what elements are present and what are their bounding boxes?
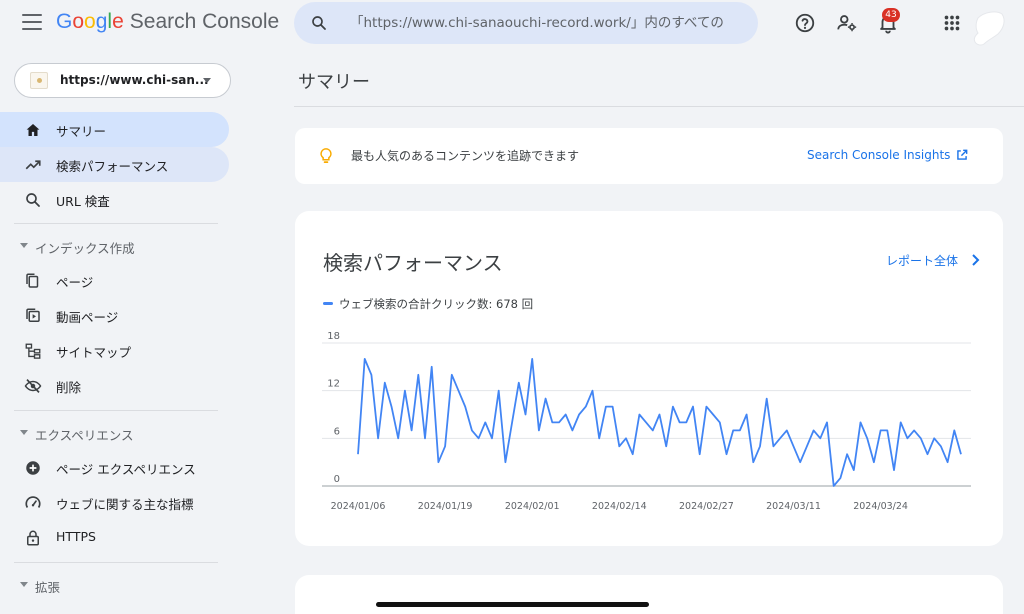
- sidebar-item-label: 検索パフォーマンス: [56, 159, 169, 174]
- search-console-logo[interactable]: Google Search Console: [56, 10, 279, 34]
- sidebar-item-core-web-vitals[interactable]: ウェブに関する主な指標: [0, 485, 229, 520]
- series-line-clicks: [357, 357, 962, 487]
- sidebar-item-page-experience[interactable]: ページ エクスペリエンス: [0, 450, 229, 485]
- y-tick-label: 6: [334, 426, 340, 437]
- home-indicator: [376, 602, 649, 607]
- chevron-down-icon: [20, 582, 28, 587]
- sidebar-item-sitemaps[interactable]: サイトマップ: [0, 333, 229, 368]
- x-tick-label: 2024/01/06: [331, 501, 386, 512]
- section-title: 拡張: [35, 580, 61, 595]
- notification-badge: 43: [882, 8, 900, 22]
- sidebar-item-label: URL 検査: [56, 194, 110, 209]
- x-tick-label: 2024/02/01: [505, 501, 560, 512]
- manage-users-icon[interactable]: [836, 12, 858, 34]
- add-circle-icon: [26, 461, 40, 475]
- chevron-down-icon: [20, 430, 28, 435]
- trending-icon: [25, 160, 41, 170]
- x-tick-label: 2024/01/19: [418, 501, 473, 512]
- clicks-line-chart: 0 6 12 18 2024/01/06 2024/01/19 2024/02/01 2024…: [322, 331, 971, 512]
- menu-icon[interactable]: [22, 14, 42, 30]
- sidebar-item-url-inspection[interactable]: URL 検査: [0, 182, 229, 217]
- chevron-down-icon: [20, 243, 28, 248]
- lock-icon: [27, 530, 39, 546]
- title-divider: [294, 106, 1024, 107]
- logo-letter: o: [72, 10, 85, 33]
- logo-letter: o: [84, 10, 96, 33]
- help-icon[interactable]: [794, 12, 816, 34]
- video-icon: [26, 308, 40, 322]
- home-icon: [26, 124, 40, 136]
- speed-icon: [25, 496, 41, 508]
- sidebar-divider: [14, 410, 218, 411]
- search-input[interactable]: [350, 10, 750, 36]
- sidebar-divider: [14, 223, 218, 224]
- sidebar-item-label: サマリー: [56, 124, 107, 139]
- sidebar-item-label: ページ: [56, 275, 94, 290]
- chevron-down-icon: [203, 78, 211, 83]
- sidebar-item-label: HTTPS: [56, 529, 96, 544]
- insights-card: 最も人気のあるコンテンツを追跡できます Search Console Insig…: [295, 128, 1003, 184]
- logo-letter: g: [95, 10, 108, 33]
- y-tick-label: 0: [334, 474, 340, 485]
- x-tick-label: 2024/02/27: [679, 501, 734, 512]
- y-tick-label: 12: [327, 379, 340, 390]
- sidebar-item-label: ウェブに関する主な指標: [56, 497, 194, 512]
- avatar[interactable]: [964, 6, 1008, 50]
- insights-text: 最も人気のあるコンテンツを追跡できます: [351, 149, 580, 163]
- search-console-insights-link[interactable]: Search Console Insights: [807, 148, 950, 162]
- y-tick-label: 18: [327, 331, 340, 342]
- performance-card: 検索パフォーマンス レポート全体 ウェブ検索の合計クリック数: 678 回 06…: [295, 211, 1003, 546]
- logo-letter: e: [112, 10, 124, 33]
- sidebar-item-label: 動画ページ: [56, 310, 119, 325]
- sidebar-item-removals[interactable]: 削除: [0, 368, 229, 403]
- sidebar-item-https[interactable]: HTTPS: [0, 520, 229, 555]
- search-icon[interactable]: [310, 14, 328, 32]
- section-title: エクスペリエンス: [35, 428, 134, 443]
- sidebar-item-summary[interactable]: サマリー: [0, 112, 229, 147]
- sidebar-item-performance[interactable]: 検索パフォーマンス: [0, 147, 229, 182]
- logo-letter: G: [56, 10, 73, 33]
- sidebar-divider: [14, 562, 218, 563]
- lightbulb-icon: [320, 148, 332, 163]
- property-label: https://www.chi-san...: [60, 73, 209, 87]
- pages-icon: [26, 273, 39, 288]
- sitemap-icon: [25, 343, 41, 359]
- site-favicon-icon: [30, 72, 48, 89]
- x-tick-label: 2024/03/11: [766, 501, 821, 512]
- logo-product-name: Search Console: [129, 10, 280, 33]
- next-card: [295, 575, 1003, 614]
- open-in-new-icon[interactable]: [955, 148, 969, 162]
- app-header: GoogleSearch Console 43: [0, 0, 1024, 50]
- sidebar-item-video-pages[interactable]: 動画ページ: [0, 298, 229, 333]
- search-bar[interactable]: [294, 2, 758, 44]
- x-tick-label: 2024/02/14: [592, 501, 647, 512]
- section-title: インデックス作成: [35, 241, 135, 256]
- x-tick-label: 2024/03/24: [853, 501, 908, 512]
- sidebar-item-pages[interactable]: ページ: [0, 263, 229, 298]
- search-icon: [26, 193, 40, 207]
- sidebar-item-label: 削除: [56, 380, 82, 395]
- property-selector[interactable]: https://www.chi-san...: [14, 63, 231, 98]
- apps-icon[interactable]: [941, 12, 963, 34]
- sidebar-item-label: サイトマップ: [56, 345, 132, 360]
- sidebar-item-label: ページ エクスペリエンス: [56, 462, 196, 477]
- visibility-off-icon: [24, 379, 42, 393]
- page-title: サマリー: [298, 72, 370, 93]
